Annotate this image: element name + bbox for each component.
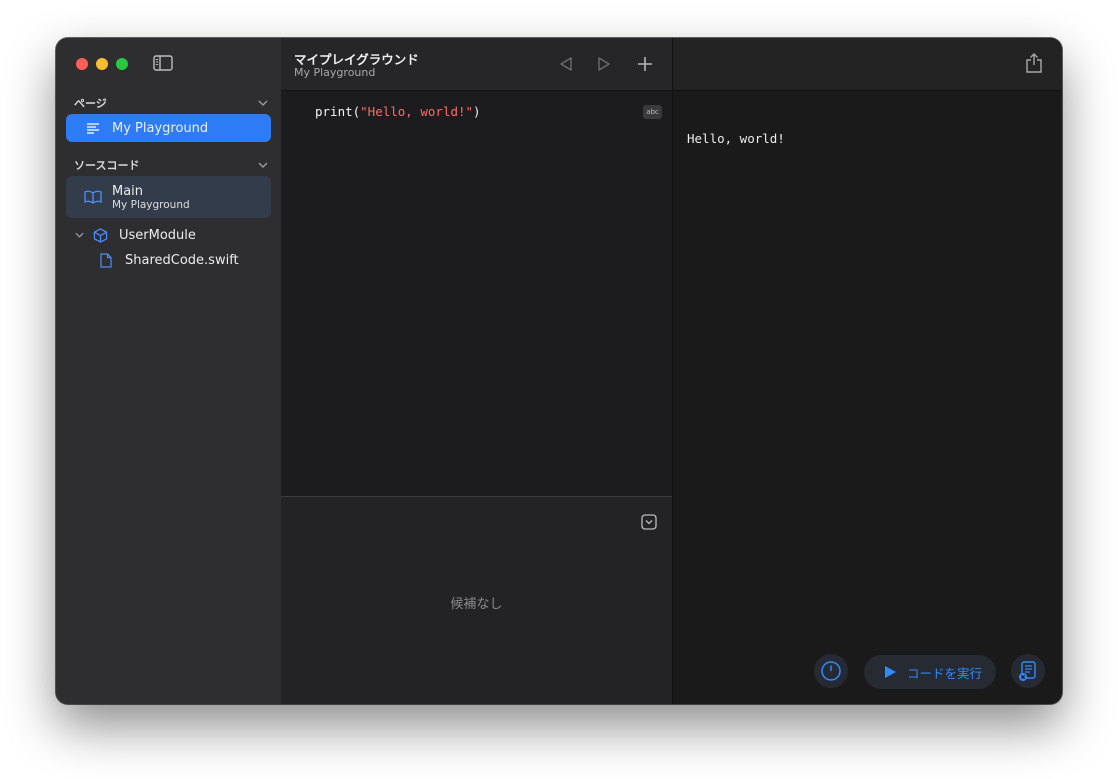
gauge-icon [821, 661, 841, 681]
window-controls [76, 58, 128, 70]
pages-section-label: ページ [74, 97, 107, 110]
share-icon[interactable] [1025, 52, 1043, 74]
sidebar-item-label: My Playground [112, 120, 209, 136]
collapse-panel-icon[interactable] [641, 514, 657, 530]
source-section-header[interactable]: ソースコード [74, 157, 268, 173]
console-output: Hello, world! [687, 131, 785, 146]
code-close: ) [473, 104, 481, 119]
pages-section-header[interactable]: ページ [74, 95, 268, 111]
log-clear-button[interactable] [1011, 654, 1045, 688]
playground-window: ページ My Playground ソースコード Main My Playgro… [56, 38, 1062, 704]
run-code-label: コードを実行 [907, 665, 983, 681]
close-window-button[interactable] [76, 58, 88, 70]
suggestions-panel: 候補なし [281, 496, 672, 704]
page-subtitle: My Playground [294, 66, 376, 79]
sidebar-item-main[interactable]: Main My Playground [66, 176, 271, 218]
main-item-sublabel: My Playground [112, 198, 190, 211]
file-icon [95, 252, 117, 268]
book-icon [82, 190, 104, 204]
no-candidates-text: 候補なし [450, 597, 503, 612]
source-section-label: ソースコード [74, 159, 140, 172]
chevron-down-icon [258, 100, 268, 106]
run-toolbar: コードを実行 [673, 654, 1062, 690]
plus-icon[interactable] [636, 55, 654, 73]
usermodule-label: UserModule [119, 227, 196, 243]
document-clear-icon [1019, 661, 1036, 681]
play-icon [885, 666, 896, 678]
spellcheck-badge[interactable]: abc [643, 105, 662, 119]
chevron-down-icon [258, 162, 268, 168]
code-line[interactable]: print("Hello, world!") [315, 104, 481, 119]
results-toolbar [673, 38, 1062, 91]
zoom-window-button[interactable] [116, 58, 128, 70]
main-item-label: Main [112, 183, 144, 199]
chevron-down-icon[interactable] [75, 231, 84, 239]
code-editor-pane: マイプレイグラウンド My Playground print("Hello, w… [281, 38, 673, 704]
minimize-window-button[interactable] [96, 58, 108, 70]
sidebar-toggle-icon[interactable] [153, 55, 173, 71]
speedometer-button[interactable] [814, 654, 848, 688]
sidebar-item-my-playground[interactable]: My Playground [66, 114, 271, 142]
editor-toolbar: マイプレイグラウンド My Playground [281, 38, 672, 91]
page-lines-icon [82, 122, 104, 134]
sidebar-item-sharedcode[interactable]: SharedCode.swift [66, 249, 271, 271]
sidebar: ページ My Playground ソースコード Main My Playgro… [56, 38, 282, 704]
sidebar-item-usermodule[interactable]: UserModule [66, 224, 271, 246]
results-pane: Hello, world! コードを実行 [673, 38, 1062, 704]
back-triangle-icon[interactable] [557, 55, 575, 73]
cube-icon [89, 227, 111, 243]
code-string: "Hello, world!" [360, 104, 474, 119]
sharedcode-label: SharedCode.swift [125, 252, 239, 268]
code-function: print( [315, 104, 361, 119]
run-code-button[interactable]: コードを実行 [864, 655, 996, 689]
forward-triangle-icon[interactable] [595, 55, 613, 73]
